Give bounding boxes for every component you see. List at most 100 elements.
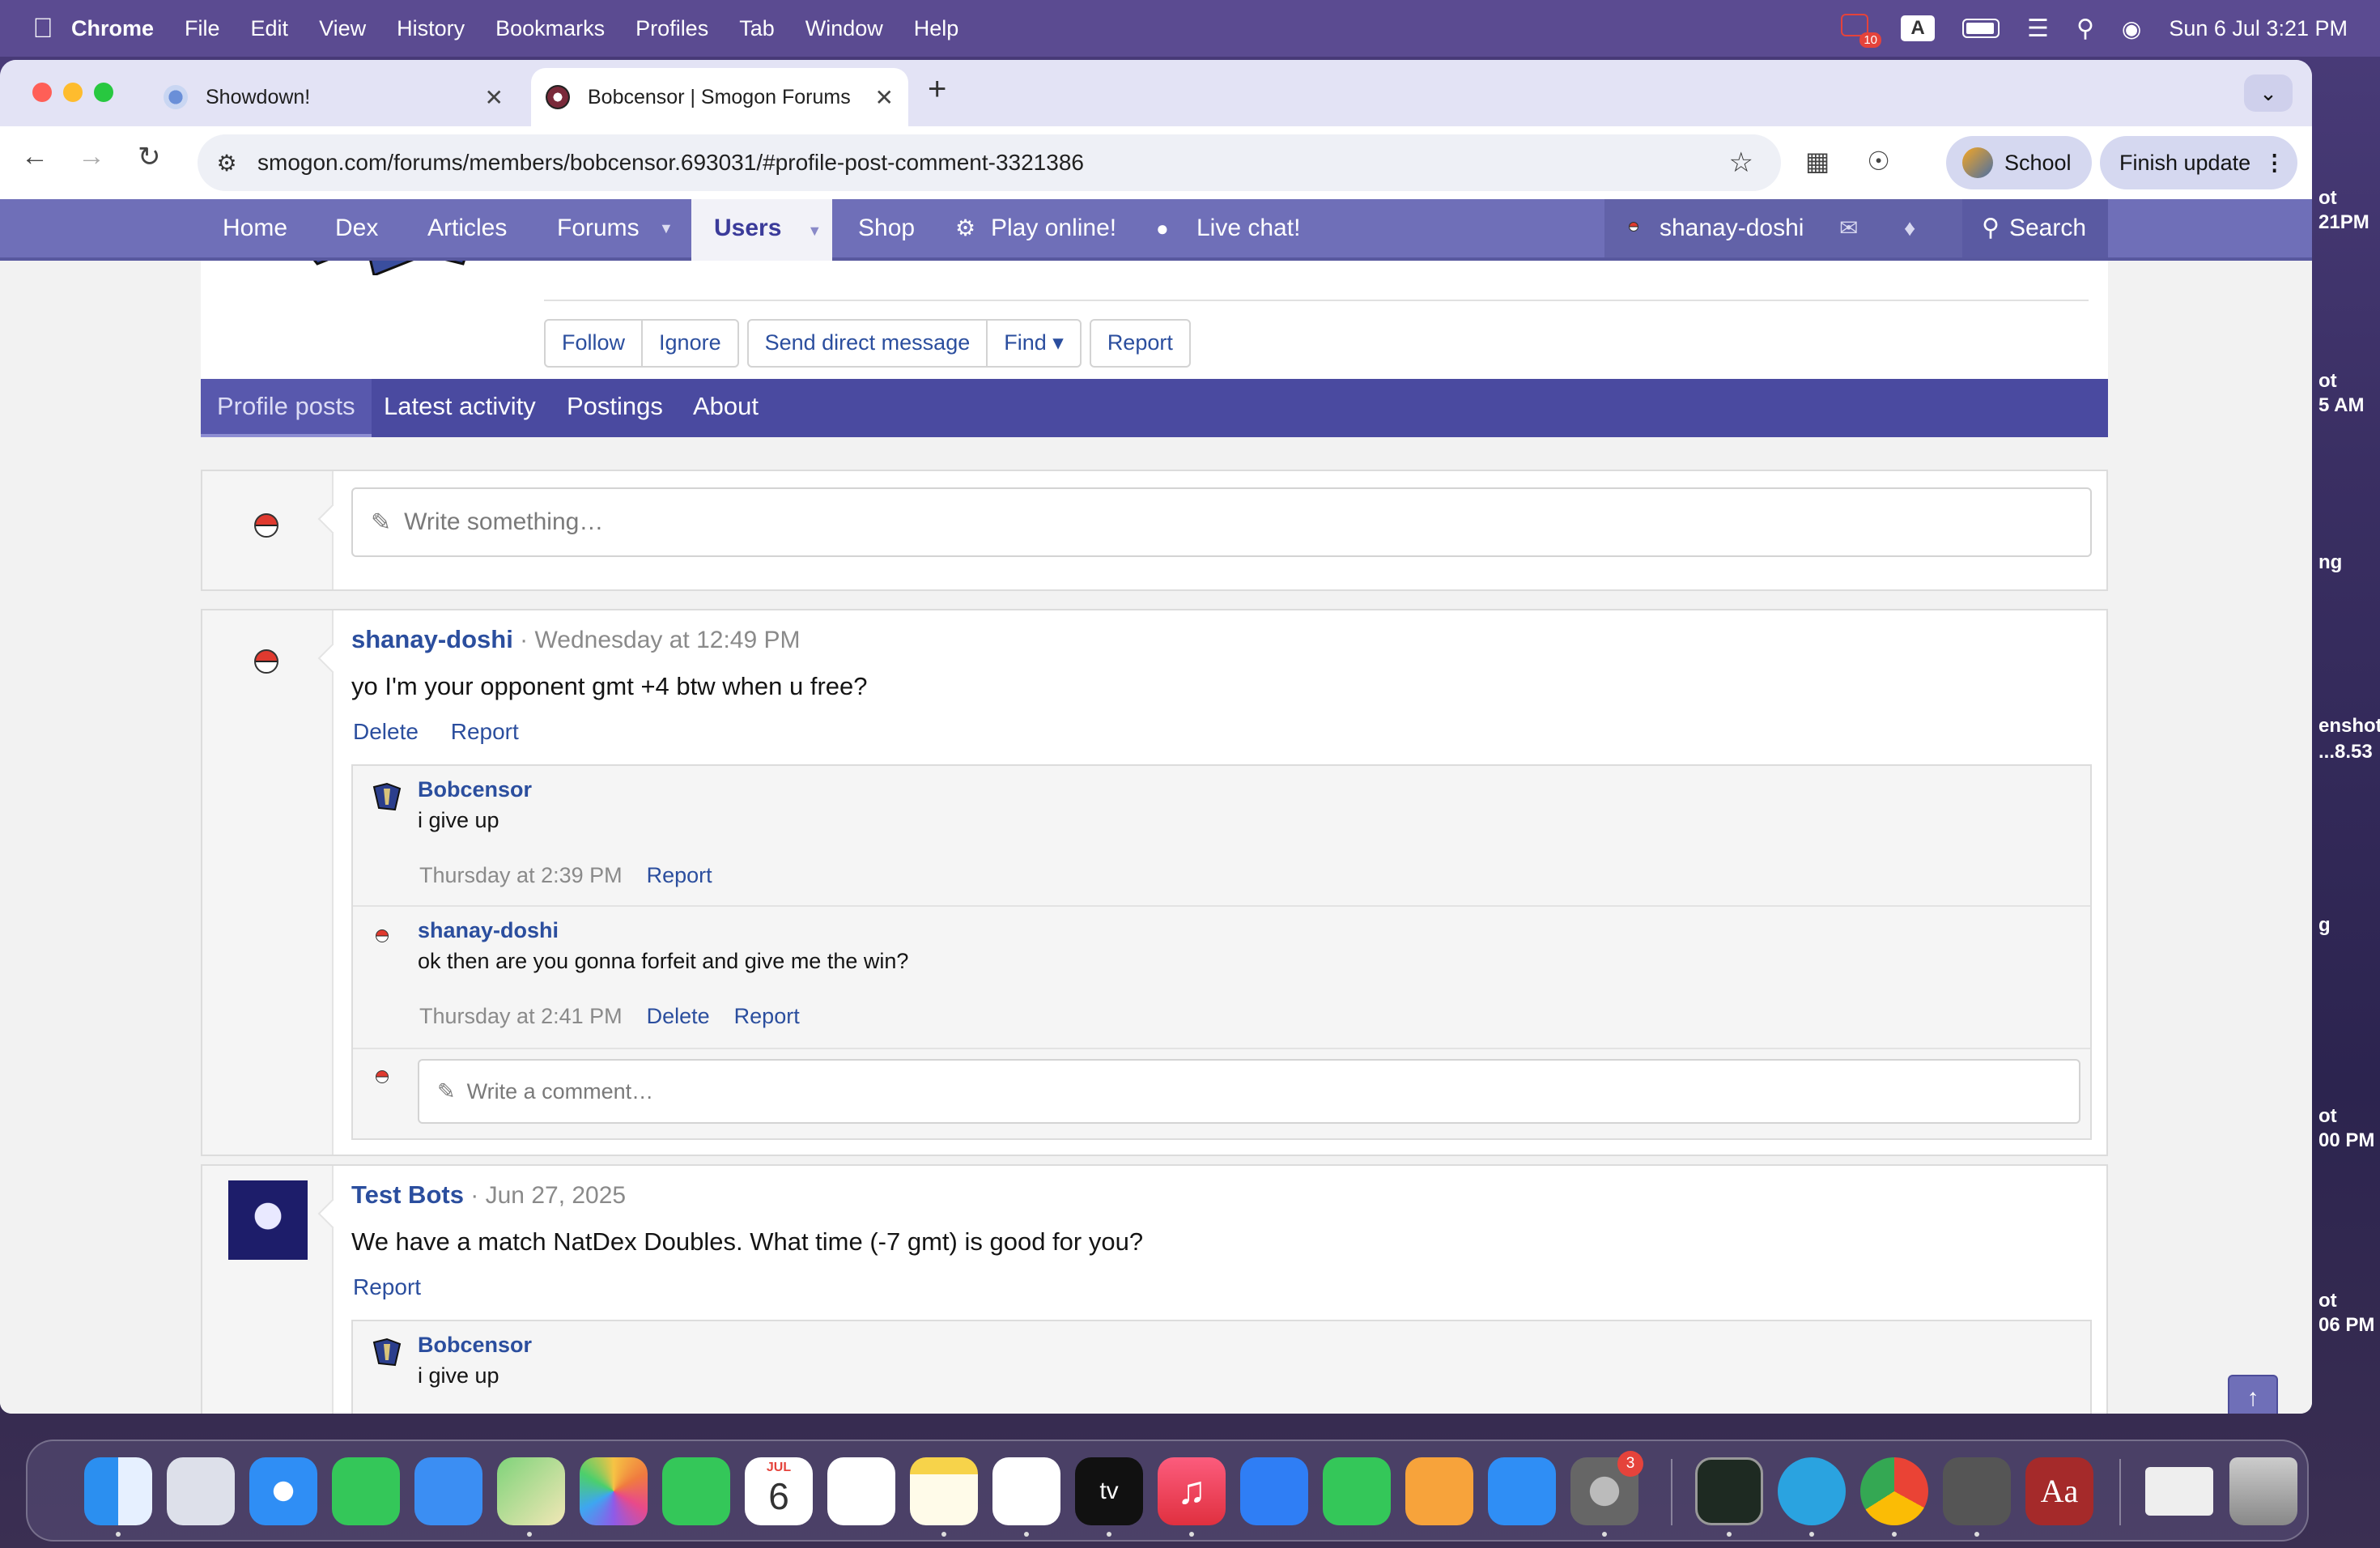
facetime-icon[interactable] (662, 1457, 730, 1525)
report-post-link[interactable]: Report (451, 719, 519, 744)
bookmark-star-icon[interactable]: ☆ (1729, 147, 1753, 179)
report-comment-link[interactable]: Report (647, 863, 712, 887)
nav-dex[interactable]: Dex (335, 199, 378, 257)
follow-button[interactable]: Follow (546, 321, 641, 366)
finder-icon[interactable] (84, 1457, 152, 1525)
trash-icon[interactable] (2229, 1457, 2297, 1525)
forums-dropdown-icon[interactable]: ▼ (659, 199, 674, 257)
reload-icon[interactable]: ↻ (138, 141, 161, 173)
freeform-icon[interactable] (992, 1457, 1060, 1525)
menu-history[interactable]: History (397, 16, 465, 41)
find-dropdown-button[interactable]: Find ▾ (986, 321, 1080, 366)
scroll-to-top-button[interactable]: ↑ (2228, 1375, 2278, 1414)
nav-users[interactable]: Users ▼ (691, 199, 832, 261)
apple-icon[interactable]:  (15, 13, 71, 45)
music-icon[interactable]: ♫ (1158, 1457, 1226, 1525)
nav-forums[interactable]: Forums (557, 199, 640, 257)
user-avatar[interactable] (254, 513, 278, 538)
finish-update-button[interactable]: Finish update ⋮ (2100, 136, 2297, 189)
profile-chip[interactable]: School (1946, 136, 2092, 189)
commenter-avatar[interactable] (371, 1336, 403, 1368)
new-tab-icon[interactable]: + (928, 71, 946, 108)
comment-time[interactable]: Thursday at 2:39 PM (419, 863, 623, 887)
tab-showdown[interactable]: Showdown! ✕ (146, 68, 518, 126)
menu-file[interactable]: File (185, 16, 220, 41)
more-menu-icon[interactable]: ⋮ (2263, 151, 2285, 176)
play-online-icon[interactable]: ⚙ (955, 199, 975, 257)
performance-icon[interactable]: ☉ (1867, 146, 1890, 176)
keychain-icon[interactable] (1943, 1457, 2011, 1525)
discord-icon[interactable]: ● (1156, 199, 1169, 257)
maps-icon[interactable] (497, 1457, 565, 1525)
report-comment-link[interactable]: Report (734, 1004, 800, 1028)
nav-articles[interactable]: Articles (427, 199, 507, 257)
post-author-avatar[interactable] (254, 649, 278, 674)
apple-tv-icon[interactable]: tv (1075, 1457, 1143, 1525)
tab-postings[interactable]: Postings (567, 379, 663, 437)
messages-icon[interactable] (332, 1457, 400, 1525)
minimize-window-button[interactable] (63, 83, 83, 102)
test-bots-avatar[interactable] (228, 1180, 308, 1260)
zoom-window-button[interactable] (94, 83, 113, 102)
notes-icon[interactable] (910, 1457, 978, 1525)
user-avatar[interactable] (376, 1070, 389, 1083)
menu-profiles[interactable]: Profiles (635, 16, 708, 41)
nav-home[interactable]: Home (223, 199, 287, 257)
send-direct-message-button[interactable]: Send direct message (749, 321, 987, 366)
comment-author[interactable]: Bobcensor (418, 1333, 532, 1358)
keynote-icon[interactable] (1240, 1457, 1308, 1525)
comment-author[interactable]: Bobcensor (418, 777, 532, 802)
telegram-icon[interactable] (1778, 1457, 1846, 1525)
comment-author[interactable]: shanay-doshi (418, 918, 559, 943)
menu-window[interactable]: Window (805, 16, 883, 41)
comment-time[interactable]: Thursday at 2:41 PM (419, 1004, 623, 1028)
chrome-icon[interactable] (1860, 1457, 1928, 1525)
battery-monitor-icon[interactable]: 10 (1841, 14, 1882, 48)
input-source-icon[interactable]: A (1901, 15, 1936, 41)
write-something-input[interactable]: ✎ Write something… (351, 487, 2092, 557)
nav-username[interactable]: shanay-doshi (1660, 199, 1804, 257)
commenter-avatar[interactable] (376, 929, 389, 942)
nav-live-chat[interactable]: Live chat! (1196, 199, 1300, 257)
tab-profile-posts[interactable]: Profile posts (201, 379, 372, 437)
tab-latest-activity[interactable]: Latest activity (384, 379, 536, 437)
wifi-icon[interactable]: ☰ (2027, 15, 2049, 43)
menu-help[interactable]: Help (914, 16, 959, 41)
write-comment-input[interactable]: ✎ Write a comment… (418, 1059, 2080, 1124)
site-info-icon[interactable]: ⚙ (210, 150, 243, 176)
extensions-icon[interactable]: ▦ (1805, 146, 1830, 176)
address-bar[interactable]: ⚙ smogon.com/forums/members/bobcensor.69… (198, 134, 1781, 191)
mail-icon[interactable] (414, 1457, 482, 1525)
calendar-icon[interactable]: JUL 6 (745, 1457, 813, 1525)
users-dropdown-icon[interactable]: ▼ (807, 223, 822, 239)
spotlight-search-icon[interactable]: ⚲ (2076, 15, 2094, 43)
activity-monitor-icon[interactable] (1695, 1457, 1763, 1525)
menu-app-name[interactable]: Chrome (71, 16, 154, 41)
delete-comment-link[interactable]: Delete (647, 1004, 710, 1028)
tab-search-chevron-icon[interactable]: ⌄ (2244, 74, 2293, 112)
delete-post-link[interactable]: Delete (353, 719, 419, 744)
control-center-icon[interactable]: ◉ (2122, 15, 2141, 42)
nav-search[interactable]: ⚲ Search (1962, 199, 2108, 257)
menu-view[interactable]: View (319, 16, 366, 41)
close-tab-icon[interactable]: ✕ (485, 84, 504, 111)
tab-about[interactable]: About (693, 379, 759, 437)
numbers-icon[interactable] (1323, 1457, 1391, 1525)
menu-tab[interactable]: Tab (739, 16, 775, 41)
battery-icon[interactable] (1962, 19, 2000, 38)
url-text[interactable]: smogon.com/forums/members/bobcensor.6930… (257, 150, 1084, 176)
app-store-icon[interactable] (1488, 1457, 1556, 1525)
ignore-button[interactable]: Ignore (641, 321, 737, 366)
tab-smogon[interactable]: Bobcensor | Smogon Forums ✕ (531, 68, 908, 126)
forward-icon[interactable]: → (78, 141, 105, 172)
report-profile-button[interactable]: Report (1091, 321, 1189, 366)
pages-icon[interactable] (1405, 1457, 1473, 1525)
user-avatar-icon[interactable] (1629, 222, 1638, 232)
post-author[interactable]: Test Bots (351, 1180, 464, 1209)
dictionary-icon[interactable]: Aa (2025, 1457, 2093, 1525)
close-tab-icon[interactable]: ✕ (875, 84, 894, 111)
photos-icon[interactable] (580, 1457, 648, 1525)
post-time[interactable]: Wednesday at 12:49 PM (535, 627, 801, 653)
post-time[interactable]: Jun 27, 2025 (486, 1182, 626, 1209)
inbox-icon[interactable]: ✉ (1839, 199, 1858, 257)
